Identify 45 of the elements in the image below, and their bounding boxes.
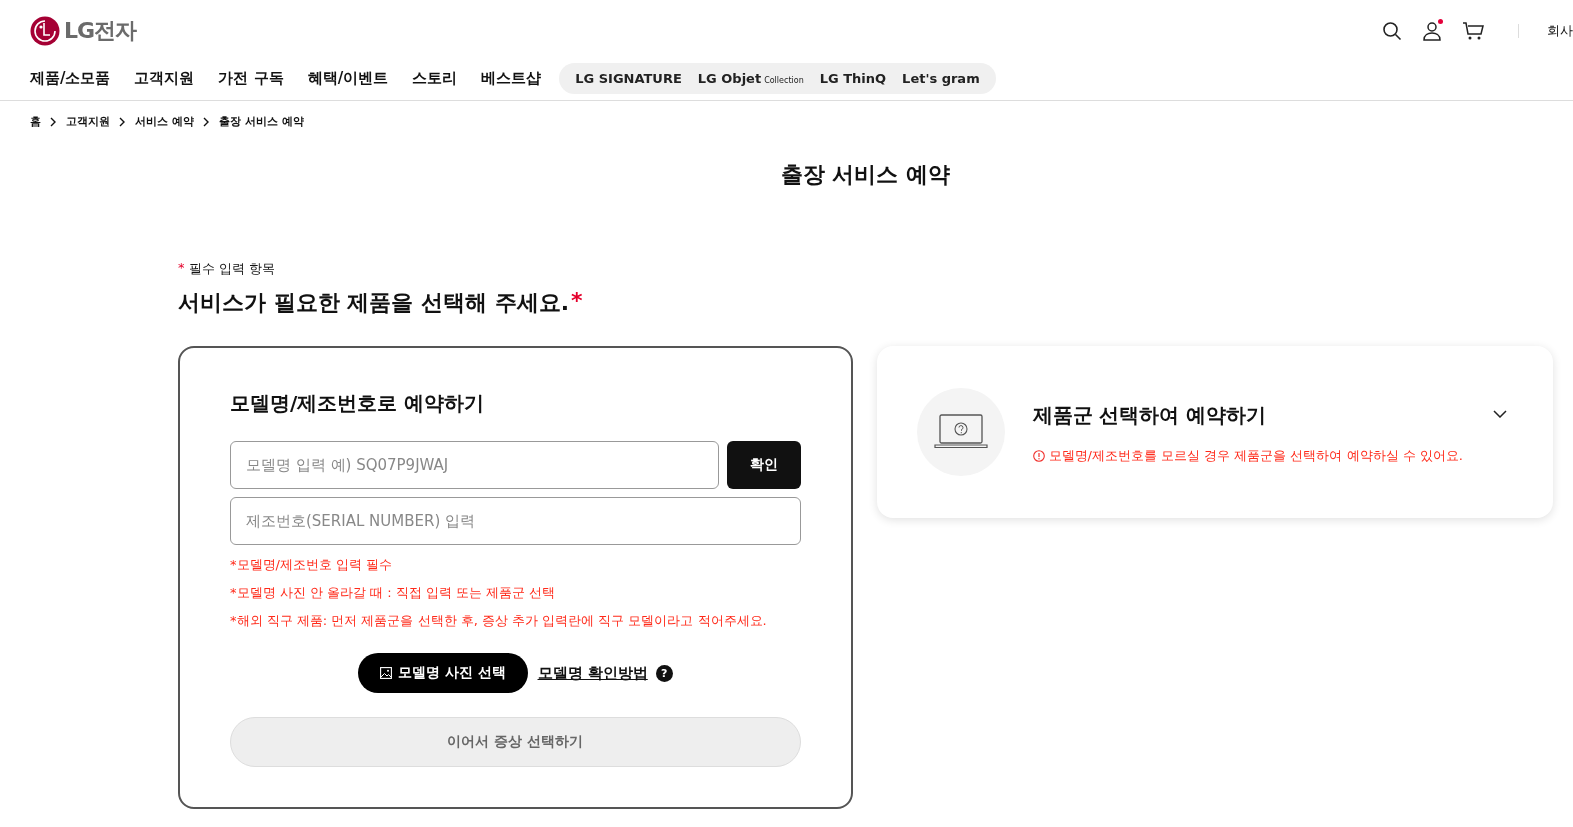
- nav-item[interactable]: 베스트샵: [481, 69, 542, 88]
- chevron-right-icon: [202, 116, 210, 127]
- chevron-right-icon: [50, 116, 57, 127]
- notice-text: 모델명/제조번호를 모르실 경우 제품군을 선택하여 예약하실 수 있어요.: [1048, 447, 1463, 465]
- note-text: *모델명/제조번호 입력 필수: [230, 556, 394, 574]
- nav-item[interactable]: 고객지원: [134, 69, 195, 88]
- card-title: 모델명/제조번호로 예약하기: [230, 390, 486, 417]
- breadcrumb-link[interactable]: 홈: [30, 114, 41, 129]
- chevron-right-icon: [119, 116, 126, 127]
- section-heading: 서비스가 필요한 제품을 선택해 주세요.: [178, 289, 569, 317]
- brand-link[interactable]: LG SIGNATURE: [575, 71, 682, 86]
- breadcrumb-link[interactable]: 고객지원: [66, 114, 110, 129]
- help-icon[interactable]: ?: [655, 664, 673, 682]
- search-icon[interactable]: [1382, 21, 1402, 41]
- laptop-question-icon: [933, 414, 988, 450]
- logo-icon: [30, 16, 60, 46]
- note-text: *모델명 사진 안 올라갈 때 : 직접 입력 또는 제품군 선택: [230, 584, 557, 602]
- nav-item[interactable]: 혜택/이벤트: [307, 69, 389, 88]
- card-title: 제품군 선택하여 예약하기: [1032, 402, 1268, 429]
- brand-link[interactable]: Let's gram: [902, 71, 980, 86]
- chevron-down-icon[interactable]: [1493, 410, 1507, 418]
- confirm-button[interactable]: 확인: [726, 441, 801, 489]
- brand-link[interactable]: LG ThinQ: [819, 71, 887, 86]
- help-link[interactable]: 모델명 확인방법: [537, 663, 648, 683]
- company-link[interactable]: 회사: [1547, 22, 1573, 40]
- required-mark: *: [571, 288, 583, 315]
- user-icon[interactable]: [1422, 21, 1442, 41]
- serial-input-field[interactable]: 제조번호(SERIAL NUMBER) 입력: [230, 497, 801, 545]
- note-text: *해외 직구 제품: 먼저 제품군을 선택한 후, 증상 추가 입력란에 직구 모델이라고 적어주세요.: [230, 612, 768, 630]
- alert-icon: [1032, 450, 1045, 462]
- brand-link[interactable]: LG Objet Collection: [697, 71, 804, 86]
- booking-card[interactable]: 제품군 선택하여 예약하기 모델명/제조번호를 모르실 경우 제품군을 선택하여 예약하실 수 있어요.: [876, 346, 1553, 518]
- nav-item[interactable]: 제품/소모품: [30, 69, 111, 88]
- logo-text[interactable]: LG전자: [64, 16, 137, 46]
- nav-item[interactable]: 가전 구독: [218, 69, 284, 88]
- page-title: 출장 서비스 예약: [779, 161, 952, 189]
- breadcrumb-link[interactable]: 서비스 예약: [135, 114, 194, 129]
- cart-icon[interactable]: [1462, 21, 1484, 41]
- breadcrumb-link[interactable]: 출장 서비스 예약: [218, 114, 304, 129]
- model-input-field[interactable]: 모델명 입력 예) SQ07P9JWAJ: [230, 441, 719, 489]
- required-mark: *: [178, 260, 185, 277]
- nav-item[interactable]: 스토리: [412, 69, 458, 88]
- required-note: 필수 입력 항목: [188, 260, 275, 278]
- photo-select-button[interactable]: 모델명 사진 선택: [357, 653, 528, 693]
- image-icon: [379, 667, 392, 679]
